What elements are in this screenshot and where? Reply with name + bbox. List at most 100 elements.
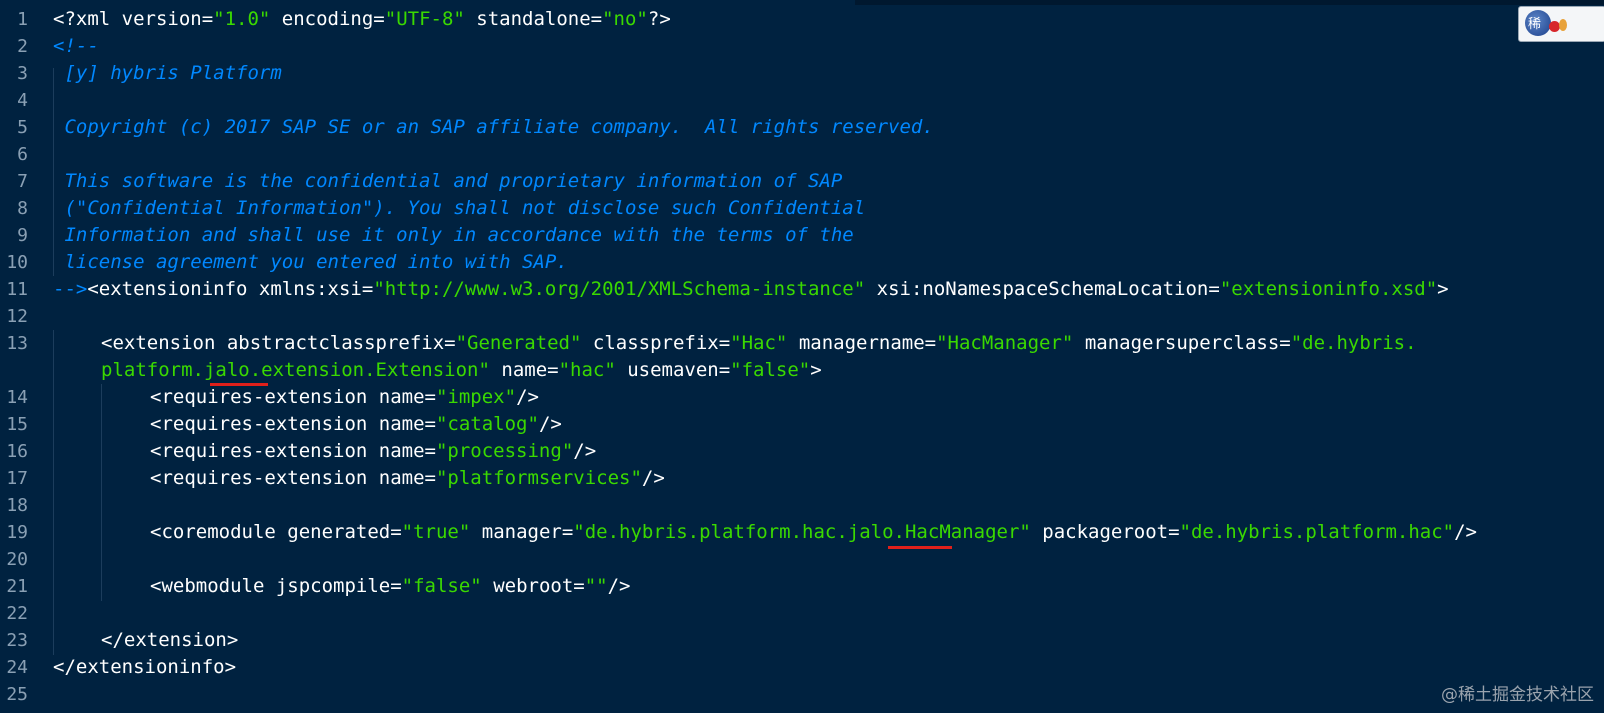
tag-close: /> (516, 386, 539, 408)
attr-name: standalone= (464, 8, 603, 30)
code-editor[interactable]: 1 2 3 4 5 6 7 8 9 10 11 12 13 14 15 16 17 18 19 20 21 22 23 24 2… (0, 0, 1604, 713)
comment-end: --> (53, 278, 88, 300)
code-line-7[interactable]: This software is the confidential and pr… (53, 168, 842, 195)
line-number: 23 (6, 630, 28, 651)
attr-value: "" (584, 575, 608, 597)
code-line-10[interactable]: license agreement you entered into with … (53, 249, 567, 276)
code-line-23[interactable]: </extension> (101, 627, 238, 654)
code-line-15[interactable]: <requires-extension name="catalog"/> (150, 411, 562, 438)
code-line-17[interactable]: <requires-extension name="platformservic… (150, 465, 665, 492)
attr-value: "Hac" (730, 332, 788, 354)
tag-open: <requires-extension name= (150, 386, 436, 408)
ime-logo[interactable]: 稀 (1518, 6, 1604, 42)
attr-value: "1.0" (213, 8, 271, 30)
code-line-8[interactable]: ("Confidential Information"). You shall … (53, 195, 865, 222)
attr-value: "de.hybris.platform.hac" (1179, 521, 1455, 543)
attr-value: "de.hybris. (1290, 332, 1417, 354)
line-number: 24 (6, 657, 28, 678)
attr-name: manager= (470, 521, 574, 543)
code-line-3[interactable]: [y] hybris Platform (53, 60, 281, 87)
tag-close: > (1437, 278, 1449, 300)
tag-close: /> (1454, 521, 1477, 543)
tag-open: <requires-extension name= (150, 467, 436, 489)
indent-guide (101, 384, 102, 601)
line-number: 18 (6, 495, 28, 516)
jalo-underline-mark (210, 383, 268, 386)
attr-value: "Generated" (455, 332, 582, 354)
line-number: 21 (6, 576, 28, 597)
line-number: 11 (6, 279, 28, 300)
line-number: 1 (17, 9, 28, 30)
attr-name: packageroot= (1030, 521, 1180, 543)
code-line-1[interactable]: <?xml version="1.0" encoding="UTF-8" sta… (53, 6, 671, 33)
line-number: 20 (6, 549, 28, 570)
line-number: 17 (6, 468, 28, 489)
tag-close: > (810, 359, 822, 381)
attr-name: classprefix= (581, 332, 731, 354)
attr-value: "UTF-8" (384, 8, 465, 30)
attr-name: managername= (787, 332, 937, 354)
code-line-14[interactable]: <requires-extension name="impex"/> (150, 384, 539, 411)
tag-close: /> (573, 440, 597, 462)
active-tab[interactable] (0, 0, 855, 5)
line-number: 10 (6, 252, 28, 273)
line-number: 25 (6, 684, 28, 705)
code-line-2[interactable]: <!-- (53, 33, 99, 60)
tag-open: <requires-extension name= (150, 440, 436, 462)
code-line-9[interactable]: Information and shall use it only in acc… (53, 222, 853, 249)
tag-close: /> (641, 467, 665, 489)
tag-close: /> (538, 413, 562, 435)
watermark: @稀土掘金技术社区 (1441, 685, 1594, 705)
attr-value: "de.hybris.platform.hac.jalo.HacManager" (573, 521, 1031, 543)
tag-open: <extension abstractclassprefix= (101, 332, 456, 354)
jalo-underline-mark (888, 546, 952, 549)
attr-value: "HacManager" (936, 332, 1074, 354)
logo-glyph: 稀 (1528, 17, 1542, 32)
line-number: 3 (17, 63, 28, 84)
logo-dot-icon (1559, 19, 1567, 31)
attr-value: "false" (730, 359, 811, 381)
attr-value: "extensioninfo.xsd" (1219, 278, 1438, 300)
code-line-16[interactable]: <requires-extension name="processing"/> (150, 438, 596, 465)
attr-value: platform.jalo.extension.Extension" (101, 359, 490, 381)
line-number: 16 (6, 441, 28, 462)
attr-value: "hac" (558, 359, 616, 381)
line-number: 9 (17, 225, 28, 246)
attr-name: encoding= (270, 8, 385, 30)
line-number: 8 (17, 198, 28, 219)
line-number: 14 (6, 387, 28, 408)
attr-name: name= (489, 359, 559, 381)
attr-value: "http://www.w3.org/2001/XMLSchema-instan… (373, 278, 866, 300)
attr-value: "no" (602, 8, 648, 30)
line-number: 2 (17, 36, 28, 57)
attr-value: "true" (401, 521, 471, 543)
attr-value: "catalog" (435, 413, 539, 435)
code-line-24[interactable]: </extensioninfo> (53, 654, 236, 681)
line-number: 15 (6, 414, 28, 435)
attr-name: webroot= (481, 575, 585, 597)
tab-strip (0, 0, 1604, 5)
xml-decl-end: ?> (647, 8, 671, 30)
tag-open: <webmodule jspcompile= (150, 575, 402, 597)
code-line-5[interactable]: Copyright (c) 2017 SAP SE or an SAP affi… (53, 114, 933, 141)
tag-open: <extensioninfo xmlns:xsi= (87, 278, 374, 300)
line-number: 22 (6, 603, 28, 624)
line-number: 13 (6, 333, 28, 354)
attr-value: "platformservices" (435, 467, 642, 489)
attr-name: managersuperclass= (1073, 332, 1291, 354)
code-line-13[interactable]: <extension abstractclassprefix="Generate… (101, 330, 1417, 357)
attr-value: "processing" (435, 440, 574, 462)
line-number-gutter: 1 2 3 4 5 6 7 8 9 10 11 12 13 14 15 16 17 18 19 20 21 22 23 24 2… (0, 0, 44, 713)
line-number: 6 (17, 144, 28, 165)
attr-name: usemaven= (615, 359, 731, 381)
code-line-11[interactable]: --><extensioninfo xmlns:xsi="http://www.… (53, 276, 1449, 303)
line-number: 7 (17, 171, 28, 192)
code-line-19[interactable]: <coremodule generated="true" manager="de… (150, 519, 1477, 546)
tag-open: <requires-extension name= (150, 413, 436, 435)
attr-value: "false" (401, 575, 482, 597)
line-number: 19 (6, 522, 28, 543)
code-line-21[interactable]: <webmodule jspcompile="false" webroot=""… (150, 573, 630, 600)
code-line-13-wrap[interactable]: platform.jalo.extension.Extension" name=… (101, 357, 822, 384)
line-number: 12 (6, 306, 28, 327)
indent-guide (53, 330, 54, 655)
